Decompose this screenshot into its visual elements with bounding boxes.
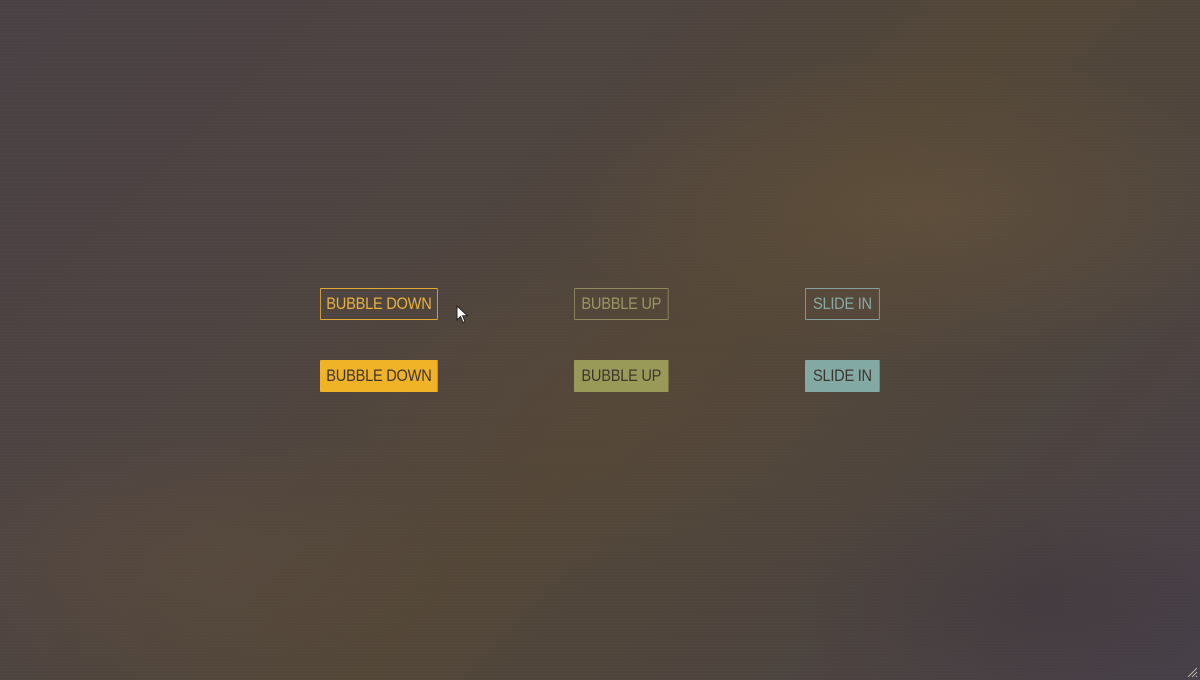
resize-grip-icon[interactable] xyxy=(1186,666,1198,678)
slide-in-outline-button[interactable]: SLIDE IN xyxy=(805,288,880,320)
slide-in-filled-button[interactable]: SLIDE IN xyxy=(805,360,880,392)
mouse-pointer-icon xyxy=(456,305,469,324)
bubble-up-filled-button[interactable]: BUBBLE UP xyxy=(574,360,669,392)
bubble-up-outline-button[interactable]: BUBBLE UP xyxy=(574,288,669,320)
bubble-down-filled-button[interactable]: BUBBLE DOWN xyxy=(320,360,438,392)
bubble-down-outline-button[interactable]: BUBBLE DOWN xyxy=(320,288,438,320)
